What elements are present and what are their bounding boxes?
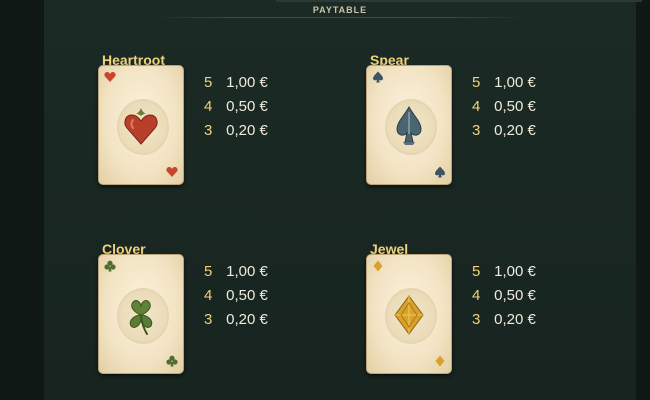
payout-count: 3 bbox=[472, 122, 481, 139]
right-margin bbox=[636, 0, 650, 400]
payout-row: 4 0,50 € bbox=[472, 98, 612, 118]
paytable-title: PAYTABLE bbox=[312, 5, 368, 15]
payout-value: 0,50 € bbox=[226, 98, 268, 115]
clover-icon bbox=[104, 260, 116, 272]
spade-icon bbox=[435, 166, 445, 178]
payout-count: 5 bbox=[204, 263, 213, 280]
payout-row: 5 1,00 € bbox=[204, 74, 344, 94]
payout-value: 0,20 € bbox=[226, 311, 268, 328]
payout-value: 0,20 € bbox=[226, 122, 268, 139]
panel-top-border bbox=[276, 0, 642, 2]
payout-row: 4 0,50 € bbox=[204, 98, 344, 118]
payout-row: 5 1,00 € bbox=[204, 263, 344, 283]
payout-value: 1,00 € bbox=[494, 263, 536, 280]
payout-row: 4 0,50 € bbox=[472, 287, 612, 307]
payout-count: 5 bbox=[472, 74, 481, 91]
payout-row: 5 1,00 € bbox=[472, 74, 612, 94]
payout-count: 3 bbox=[204, 311, 213, 328]
payout-count: 5 bbox=[204, 74, 213, 91]
payout-row: 3 0,20 € bbox=[472, 311, 612, 331]
payout-row: 3 0,20 € bbox=[204, 311, 344, 331]
payout-row: 3 0,20 € bbox=[472, 122, 612, 142]
payout-value: 1,00 € bbox=[226, 74, 268, 91]
payout-value: 0,20 € bbox=[494, 122, 536, 139]
payout-value: 0,20 € bbox=[494, 311, 536, 328]
payout-value: 0,50 € bbox=[494, 287, 536, 304]
payout-value: 0,50 € bbox=[494, 98, 536, 115]
payout-row: 3 0,20 € bbox=[204, 122, 344, 142]
paytable-panel: PAYTABLE Heartroot 5 1,00 € 4 0,50 € 3 0… bbox=[44, 0, 642, 400]
payout-row: 4 0,50 € bbox=[204, 287, 344, 307]
clover-icon bbox=[129, 300, 153, 335]
payout-count: 3 bbox=[204, 122, 213, 139]
payout-count: 5 bbox=[472, 263, 481, 280]
heart-icon bbox=[104, 72, 116, 82]
spade-icon bbox=[396, 105, 422, 145]
symbol-card bbox=[366, 65, 452, 185]
payout-row: 5 1,00 € bbox=[472, 263, 612, 283]
payout-count: 4 bbox=[472, 98, 481, 115]
symbol-card bbox=[366, 254, 452, 374]
payout-count: 4 bbox=[204, 287, 213, 304]
symbol-card bbox=[98, 254, 184, 374]
clover-icon bbox=[166, 355, 178, 367]
symbol-card bbox=[98, 65, 184, 185]
payout-count: 3 bbox=[472, 311, 481, 328]
payout-value: 0,50 € bbox=[226, 287, 268, 304]
diamond-icon bbox=[435, 355, 445, 367]
payout-value: 1,00 € bbox=[494, 74, 536, 91]
diamond-icon bbox=[373, 260, 383, 272]
left-margin bbox=[0, 0, 44, 400]
spade-icon bbox=[373, 71, 383, 83]
title-divider bbox=[154, 17, 526, 18]
diamond-icon bbox=[394, 295, 424, 335]
payout-value: 1,00 € bbox=[226, 263, 268, 280]
heart-icon bbox=[124, 108, 158, 145]
payout-count: 4 bbox=[472, 287, 481, 304]
heart-icon bbox=[166, 167, 178, 177]
payout-count: 4 bbox=[204, 98, 213, 115]
